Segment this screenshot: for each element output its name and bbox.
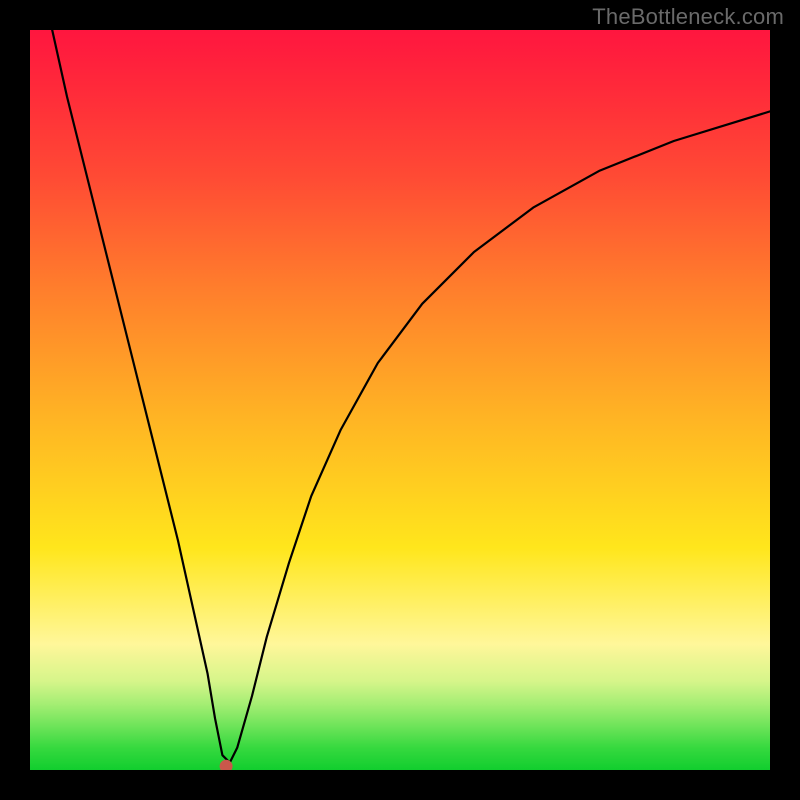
curve-layer [30, 30, 770, 770]
plot-area [30, 30, 770, 770]
bottleneck-curve-path [52, 30, 770, 763]
bottleneck-marker [220, 760, 232, 770]
chart-frame: TheBottleneck.com [0, 0, 800, 800]
watermark-text: TheBottleneck.com [592, 4, 784, 30]
